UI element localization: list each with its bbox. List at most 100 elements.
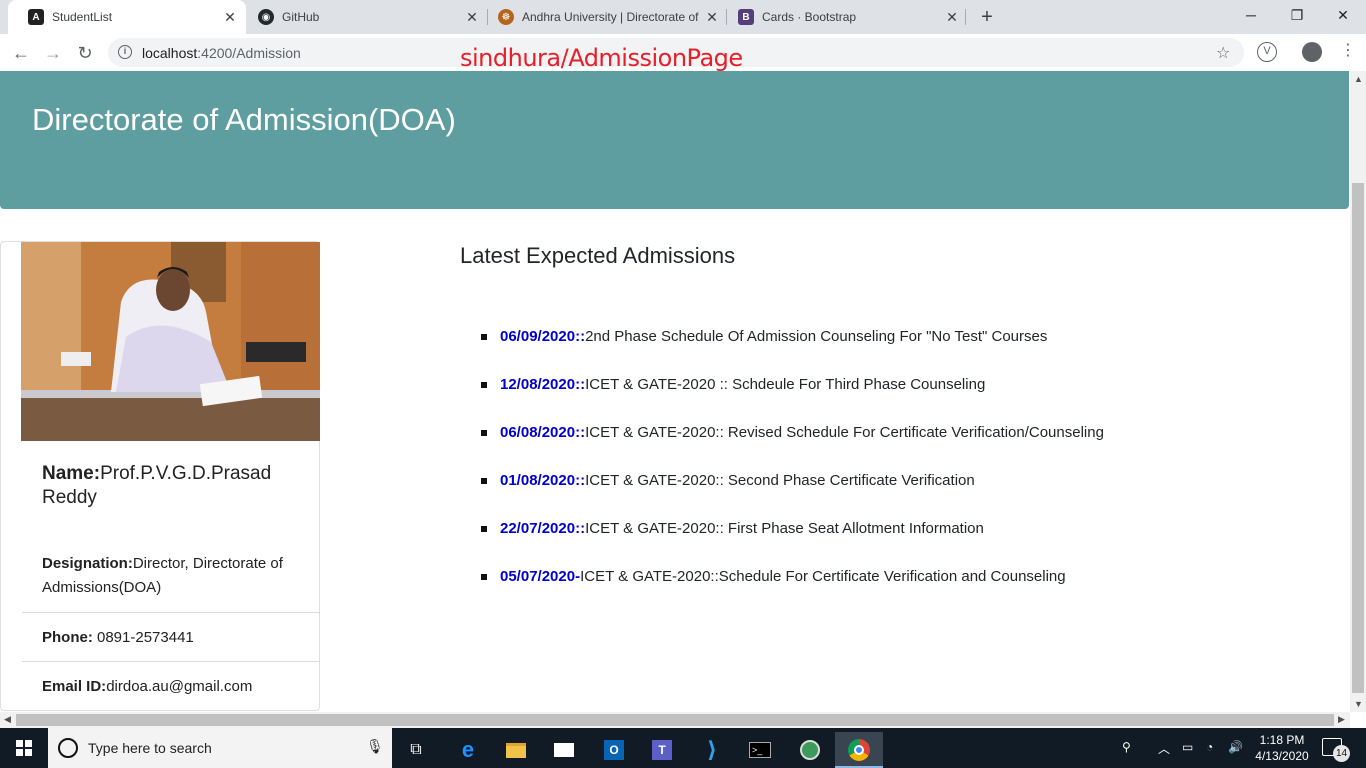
cortana-icon xyxy=(58,738,78,758)
andhra-university-logo-icon: ☸ xyxy=(498,9,514,25)
admission-text: ICET & GATE-2020:: Revised Schedule For … xyxy=(585,424,1104,441)
card-divider xyxy=(22,661,320,662)
scroll-up-arrow-icon[interactable]: ▲ xyxy=(1354,74,1363,84)
back-button[interactable]: ← xyxy=(8,40,34,66)
list-item: 22/07/2020::ICET & GATE-2020:: First Pha… xyxy=(481,519,1104,567)
admission-date[interactable]: 01/08/2020:: xyxy=(500,472,585,489)
info-icon[interactable]: i xyxy=(118,45,132,59)
angular-icon: A xyxy=(28,9,44,25)
admission-date[interactable]: 12/08/2020:: xyxy=(500,376,585,393)
windows-logo-icon xyxy=(16,740,32,756)
mail-icon[interactable] xyxy=(540,732,588,768)
tab-title: GitHub xyxy=(282,10,320,24)
forward-button[interactable]: → xyxy=(40,40,66,66)
volume-icon[interactable]: 🔊 xyxy=(1228,740,1243,754)
windows-taskbar: Type here to search 🎙 ⧉ e O T ⟩ >_ ⚲ ︿ ▭… xyxy=(0,728,1366,768)
admission-text: 2nd Phase Schedule Of Admission Counseli… xyxy=(585,328,1048,345)
outlook-icon[interactable]: O xyxy=(590,732,638,768)
teams-icon[interactable]: T xyxy=(638,732,686,768)
close-icon[interactable]: ✕ xyxy=(942,9,962,26)
name-label: Name: xyxy=(42,463,101,484)
extension-v-icon[interactable]: V xyxy=(1257,42,1277,62)
director-name: Name:Prof.P.V.G.D.Prasad Reddy xyxy=(42,462,302,510)
list-item: 01/08/2020::ICET & GATE-2020:: Second Ph… xyxy=(481,471,1104,519)
tab-studentlist[interactable]: A StudentList ✕ xyxy=(8,0,246,34)
file-explorer-icon[interactable] xyxy=(492,732,540,768)
admission-text: ICET & GATE-2020:: First Phase Seat Allo… xyxy=(585,520,984,537)
admission-text: ICET & GATE-2020:: Second Phase Certific… xyxy=(585,472,975,489)
close-window-button[interactable]: ✕ xyxy=(1320,0,1366,30)
microphone-icon[interactable]: 🎙 xyxy=(366,738,384,755)
list-item: 06/09/2020::2nd Phase Schedule Of Admiss… xyxy=(481,327,1104,375)
browser-tab-strip: A StudentList ✕ ◉ GitHub ✕ ☸ Andhra Univ… xyxy=(0,0,1366,34)
close-icon[interactable]: ✕ xyxy=(220,9,240,26)
bookmark-star-icon[interactable]: ☆ xyxy=(1216,43,1230,63)
admission-date[interactable]: 22/07/2020:: xyxy=(500,520,585,537)
edge-icon[interactable]: e xyxy=(444,732,492,768)
admission-date[interactable]: 06/09/2020:: xyxy=(500,328,585,345)
scroll-right-arrow-icon[interactable]: ▶ xyxy=(1338,714,1345,725)
jumbotron-header: Directorate of Admission(DOA) xyxy=(0,71,1349,209)
globe-app-icon[interactable] xyxy=(786,732,834,768)
list-item: 05/07/2020-ICET & GATE-2020::Schedule Fo… xyxy=(481,567,1104,615)
clock-time: 1:18 PM xyxy=(1259,733,1305,747)
designation-label: Designation: xyxy=(42,555,133,572)
admission-date[interactable]: 05/07/2020- xyxy=(500,568,580,585)
profile-avatar-icon[interactable] xyxy=(1302,42,1322,62)
overlay-caption: sindhura/AdmissionPage xyxy=(460,44,743,72)
menu-icon[interactable]: ⋮ xyxy=(1340,40,1356,60)
start-button[interactable] xyxy=(0,728,48,768)
phone-value: 0891-2573441 xyxy=(97,629,194,646)
horizontal-scroll-thumb[interactable] xyxy=(16,714,1334,726)
url-host: localhost xyxy=(142,45,198,61)
vertical-scroll-thumb[interactable] xyxy=(1352,183,1364,693)
chrome-icon[interactable] xyxy=(835,732,883,768)
director-designation: Designation:Director, Directorate of Adm… xyxy=(42,552,312,600)
scroll-down-arrow-icon[interactable]: ▼ xyxy=(1354,699,1363,709)
system-clock[interactable]: 1:18 PM 4/13/2020 xyxy=(1254,732,1310,764)
terminal-icon[interactable]: >_ xyxy=(736,732,784,768)
minimize-button[interactable]: ─ xyxy=(1228,0,1274,30)
horizontal-scrollbar[interactable]: ◀ ▶ xyxy=(0,712,1350,728)
github-icon: ◉ xyxy=(258,9,274,25)
tab-separator xyxy=(965,9,966,25)
admissions-list: 06/09/2020::2nd Phase Schedule Of Admiss… xyxy=(481,327,1104,615)
taskbar-search-box[interactable]: Type here to search 🎙 xyxy=(48,728,392,768)
vertical-scrollbar[interactable]: ▲ ▼ xyxy=(1350,71,1366,712)
show-hidden-icons-chevron-icon[interactable]: ︿ xyxy=(1158,740,1170,757)
admission-text: ICET & GATE-2020 :: Schdeule For Third P… xyxy=(585,376,986,393)
page-viewport: Directorate of Admission(DOA) Name:Prof.… xyxy=(0,71,1350,712)
action-center-icon[interactable]: 14 xyxy=(1322,738,1350,762)
list-item: 12/08/2020::ICET & GATE-2020 :: Schdeule… xyxy=(481,375,1104,423)
director-email: Email ID:dirdoa.au@gmail.com xyxy=(42,675,252,699)
phone-label: Phone: xyxy=(42,629,97,646)
tab-github[interactable]: ◉ GitHub ✕ xyxy=(238,0,488,34)
admission-text: ICET & GATE-2020::Schedule For Certifica… xyxy=(580,568,1066,585)
page-title: Directorate of Admission(DOA) xyxy=(32,102,456,137)
tab-bootstrap-cards[interactable]: B Cards · Bootstrap ✕ xyxy=(718,0,968,34)
card-divider xyxy=(22,612,320,613)
new-tab-button[interactable]: + xyxy=(976,6,998,28)
director-photo xyxy=(21,242,320,441)
clock-date: 4/13/2020 xyxy=(1255,749,1309,763)
list-item: 06/08/2020::ICET & GATE-2020:: Revised S… xyxy=(481,423,1104,471)
reload-button[interactable]: ↻ xyxy=(72,40,98,66)
tab-title: StudentList xyxy=(52,10,113,24)
vscode-icon[interactable]: ⟩ xyxy=(688,732,736,768)
wifi-icon[interactable]: ◔ xyxy=(1206,740,1213,754)
tab-title: Andhra University | Directorate of xyxy=(522,10,699,24)
people-icon[interactable]: ⚲ xyxy=(1122,740,1131,754)
admission-date[interactable]: 06/08/2020:: xyxy=(500,424,585,441)
task-view-icon[interactable]: ⧉ xyxy=(392,732,440,768)
admissions-heading: Latest Expected Admissions xyxy=(460,243,736,268)
battery-icon[interactable]: ▭ xyxy=(1182,740,1193,754)
email-value: dirdoa.au@gmail.com xyxy=(106,678,253,695)
director-profile-card: Name:Prof.P.V.G.D.Prasad Reddy Designati… xyxy=(0,241,320,711)
director-phone: Phone: 0891-2573441 xyxy=(42,626,194,650)
scroll-left-arrow-icon[interactable]: ◀ xyxy=(4,714,11,725)
url-path: :4200/Admission xyxy=(197,45,301,61)
bootstrap-icon: B xyxy=(738,9,754,25)
tab-title: Cards · Bootstrap xyxy=(762,10,857,24)
restore-button[interactable]: ❐ xyxy=(1274,0,1320,30)
tab-andhra-university[interactable]: ☸ Andhra University | Directorate of ✕ xyxy=(478,0,728,34)
